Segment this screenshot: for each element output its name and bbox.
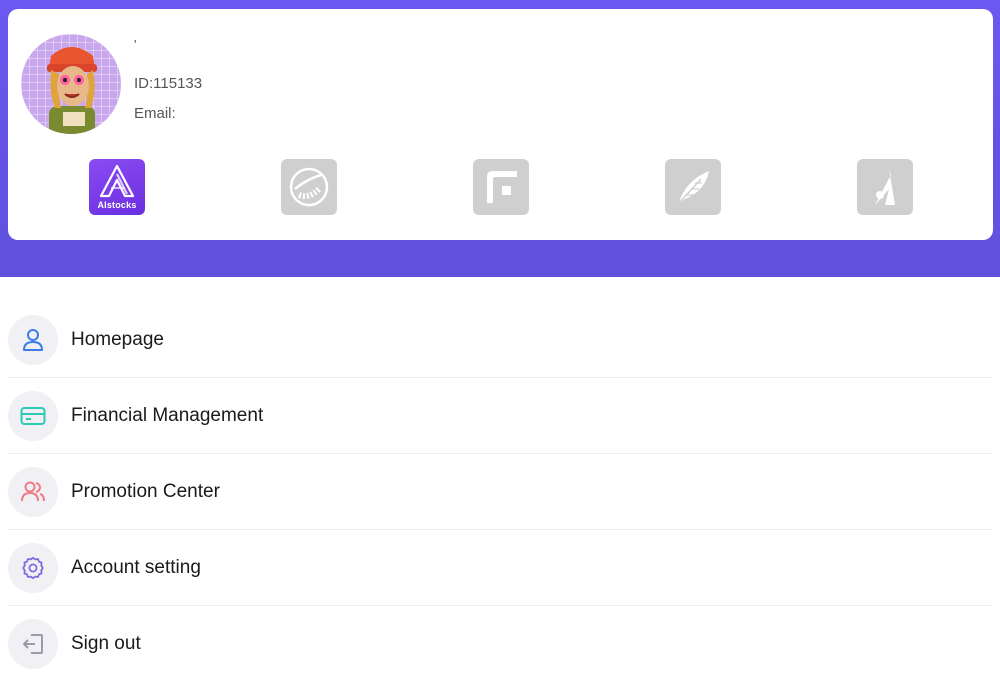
users-icon — [8, 466, 58, 517]
menu-item-financial-management[interactable]: Financial Management — [8, 378, 993, 454]
menu-item-promotion-center[interactable]: Promotion Center — [8, 454, 993, 530]
square-logo-icon — [487, 171, 517, 203]
gear-icon — [8, 542, 58, 593]
user-id: ID:115133 — [134, 75, 202, 92]
feather-logo-icon — [678, 171, 709, 204]
climber-logo-icon — [875, 169, 895, 205]
user-id-value: 115133 — [153, 75, 203, 92]
menu-label-homepage: Homepage — [71, 328, 164, 350]
feather-app-button[interactable] — [665, 159, 721, 215]
avatar-illustration — [47, 47, 97, 134]
user-icon — [8, 314, 58, 365]
menu-label-promotion-center: Promotion Center — [71, 480, 220, 502]
menu-label-financial-management: Financial Management — [71, 404, 264, 426]
app-switcher: AIstocks — [8, 159, 993, 215]
menu-item-sign-out[interactable]: Sign out — [8, 606, 993, 674]
aistocks-logo-icon — [99, 164, 135, 198]
menu-item-homepage[interactable]: Homepage — [8, 302, 993, 378]
rocket-logo-icon — [289, 167, 329, 207]
nickname: ' — [134, 37, 137, 52]
menu-item-account-setting[interactable]: Account setting — [8, 530, 993, 606]
climber-app-button[interactable] — [857, 159, 913, 215]
rocket-app-button[interactable] — [281, 159, 337, 215]
profile-header: ' ID:115133 Email: AIstocks — [0, 0, 1000, 277]
aistocks-app-button[interactable]: AIstocks — [89, 159, 145, 215]
user-email: Email: — [134, 105, 180, 122]
account-menu: Homepage Financial Management Promotion … — [8, 302, 993, 674]
card-icon — [8, 390, 58, 441]
profile-card: ' ID:115133 Email: AIstocks — [8, 9, 993, 240]
square-app-button[interactable] — [473, 159, 529, 215]
menu-label-sign-out: Sign out — [71, 633, 141, 654]
menu-label-account-setting: Account setting — [71, 556, 201, 578]
user-id-label: ID: — [134, 75, 154, 92]
avatar[interactable] — [21, 34, 121, 134]
aistocks-app-label: AIstocks — [97, 200, 137, 210]
logout-icon — [8, 619, 58, 669]
email-label: Email: — [134, 105, 176, 122]
